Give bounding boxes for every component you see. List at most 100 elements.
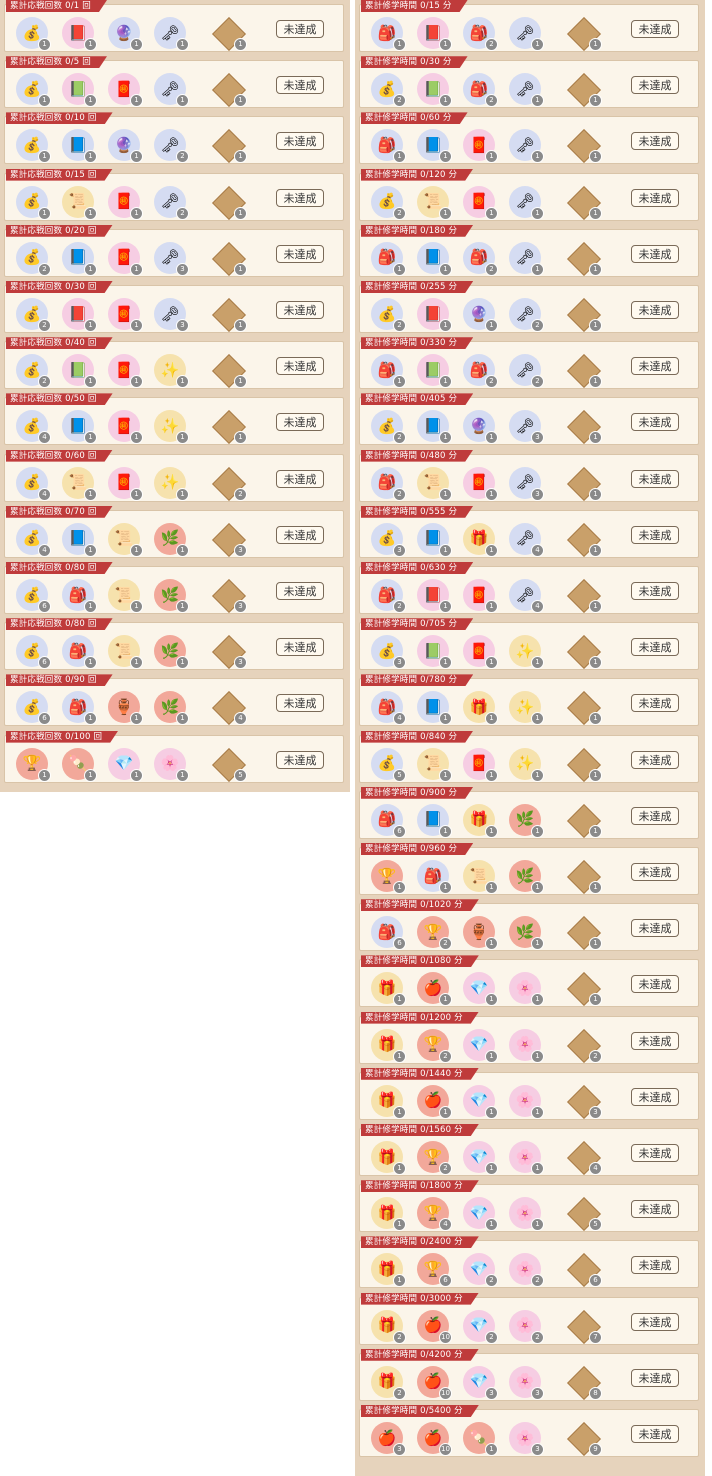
gem-reward-icon[interactable]: 1 <box>567 410 602 445</box>
gem-reward-icon[interactable]: 1 <box>567 73 602 108</box>
scroll-reward-icon[interactable]: 📜 1 <box>62 466 97 501</box>
not-achieved-button[interactable]: 未達成 <box>631 301 679 319</box>
fruit-reward-icon[interactable]: 🍎 1 <box>417 972 452 1007</box>
stick-reward-icon[interactable]: 🗝 4 <box>509 522 544 557</box>
bag-reward-icon[interactable]: 🎒 2 <box>463 354 498 389</box>
bag-reward-icon[interactable]: 🎒 6 <box>371 916 406 951</box>
chest-reward-icon[interactable]: 🎁 2 <box>371 1365 406 1400</box>
wand-reward-icon[interactable]: ✨ 1 <box>154 466 189 501</box>
bluebook-reward-icon[interactable]: 📘 1 <box>417 522 452 557</box>
gem-reward-icon[interactable]: 4 <box>212 691 247 726</box>
ingot-reward-icon[interactable]: 🏆 6 <box>417 1253 452 1288</box>
not-achieved-button[interactable]: 未達成 <box>631 1144 679 1162</box>
ingot-reward-icon[interactable]: 🏆 2 <box>417 1141 452 1175</box>
bag-reward-icon[interactable]: 🎒 1 <box>371 354 406 389</box>
not-achieved-button[interactable]: 未達成 <box>631 357 679 376</box>
herb-reward-icon[interactable]: 🌿 1 <box>154 635 189 670</box>
scroll-reward-icon[interactable]: 📜 1 <box>108 579 143 613</box>
not-achieved-button[interactable]: 未達成 <box>631 1425 679 1443</box>
gem-reward-icon[interactable]: 1 <box>212 354 247 389</box>
chest-reward-icon[interactable]: 🎁 1 <box>371 1253 406 1288</box>
bluebook-reward-icon[interactable]: 📘 1 <box>417 410 452 445</box>
bag-reward-icon[interactable]: 🎒 1 <box>371 17 406 51</box>
charm-reward-icon[interactable]: 🧧 1 <box>463 466 498 501</box>
chest-reward-icon[interactable]: 🎁 1 <box>463 691 498 726</box>
gold-reward-icon[interactable]: 💰 2 <box>371 298 406 332</box>
chest-reward-icon[interactable]: 🎁 1 <box>371 1197 406 1232</box>
gem-reward-icon[interactable]: 1 <box>567 579 602 613</box>
bag-reward-icon[interactable]: 🎒 4 <box>371 691 406 726</box>
crystal-reward-icon[interactable]: 💎 1 <box>463 1197 498 1232</box>
herb-reward-icon[interactable]: 🌿 1 <box>154 579 189 613</box>
gem-reward-icon[interactable]: 1 <box>212 241 247 276</box>
gem-reward-icon[interactable]: 3 <box>212 635 247 670</box>
bluebook-reward-icon[interactable]: 📘 1 <box>417 241 452 276</box>
crystal-reward-icon[interactable]: 💎 1 <box>463 1141 498 1175</box>
gem-reward-icon[interactable]: 1 <box>567 298 602 332</box>
gem-reward-icon[interactable]: 1 <box>212 73 247 108</box>
gem-reward-icon[interactable]: 1 <box>567 803 602 838</box>
gem-reward-icon[interactable]: 1 <box>567 354 602 389</box>
stick-reward-icon[interactable]: 🗝 3 <box>154 241 189 276</box>
stick-reward-icon[interactable]: 🗝 3 <box>154 298 189 332</box>
not-achieved-button[interactable]: 未達成 <box>631 1031 679 1050</box>
greenbook-reward-icon[interactable]: 📗 1 <box>62 73 97 108</box>
petal-reward-icon[interactable]: 🌸 3 <box>509 1422 544 1456</box>
bluebook-reward-icon[interactable]: 📘 1 <box>62 129 97 164</box>
not-achieved-button[interactable]: 未達成 <box>276 244 324 263</box>
crystal-reward-icon[interactable]: 💎 1 <box>463 1028 498 1063</box>
gem-reward-icon[interactable]: 1 <box>567 747 602 782</box>
ingot-reward-icon[interactable]: 🏆 1 <box>16 747 51 782</box>
herb-reward-icon[interactable]: 🌿 1 <box>509 803 544 838</box>
gold-reward-icon[interactable]: 💰 1 <box>16 73 51 108</box>
gem-reward-icon[interactable]: 3 <box>212 579 247 613</box>
bag-reward-icon[interactable]: 🎒 1 <box>62 579 97 613</box>
not-achieved-button[interactable]: 未達成 <box>276 20 324 38</box>
dango-reward-icon[interactable]: 🍡 1 <box>62 747 97 782</box>
charm-reward-icon[interactable]: 🧧 1 <box>108 185 143 220</box>
gold-reward-icon[interactable]: 💰 5 <box>371 747 406 782</box>
bag-reward-icon[interactable]: 🎒 2 <box>371 579 406 613</box>
talisman-reward-icon[interactable]: 🔮 1 <box>108 129 143 164</box>
gold-reward-icon[interactable]: 💰 4 <box>16 522 51 557</box>
not-achieved-button[interactable]: 未達成 <box>276 357 324 376</box>
gem-reward-icon[interactable]: 1 <box>212 129 247 164</box>
wand-reward-icon[interactable]: ✨ 1 <box>509 747 544 782</box>
gem-reward-icon[interactable]: 1 <box>212 298 247 332</box>
wand-reward-icon[interactable]: ✨ 1 <box>509 635 544 670</box>
greenbook-reward-icon[interactable]: 📗 1 <box>417 354 452 389</box>
chest-reward-icon[interactable]: 🎁 1 <box>463 522 498 557</box>
bag-reward-icon[interactable]: 🎒 1 <box>62 691 97 726</box>
talisman-reward-icon[interactable]: 🔮 1 <box>463 410 498 445</box>
gold-reward-icon[interactable]: 💰 2 <box>371 73 406 108</box>
chest-reward-icon[interactable]: 🎁 1 <box>371 972 406 1007</box>
gold-reward-icon[interactable]: 💰 1 <box>16 129 51 164</box>
scroll-reward-icon[interactable]: 📜 1 <box>417 747 452 782</box>
bottle-reward-icon[interactable]: 🏺 1 <box>108 691 143 726</box>
gem-reward-icon[interactable]: 4 <box>567 1141 602 1175</box>
chest-reward-icon[interactable]: 🎁 1 <box>371 1141 406 1175</box>
crystal-reward-icon[interactable]: 💎 2 <box>463 1309 498 1344</box>
not-achieved-button[interactable]: 未達成 <box>631 1312 679 1331</box>
book-reward-icon[interactable]: 📕 1 <box>62 17 97 51</box>
not-achieved-button[interactable]: 未達成 <box>631 413 679 432</box>
charm-reward-icon[interactable]: 🧧 1 <box>108 354 143 389</box>
bag-reward-icon[interactable]: 🎒 2 <box>463 241 498 276</box>
gold-reward-icon[interactable]: 💰 3 <box>371 635 406 670</box>
stick-reward-icon[interactable]: 🗝 2 <box>509 354 544 389</box>
not-achieved-button[interactable]: 未達成 <box>276 132 324 151</box>
petal-reward-icon[interactable]: 🌸 3 <box>509 1365 544 1400</box>
charm-reward-icon[interactable]: 🧧 1 <box>108 73 143 108</box>
gold-reward-icon[interactable]: 💰 2 <box>16 241 51 276</box>
not-achieved-button[interactable]: 未達成 <box>631 188 679 207</box>
petal-reward-icon[interactable]: 🌸 1 <box>509 1141 544 1175</box>
charm-reward-icon[interactable]: 🧧 1 <box>463 185 498 220</box>
bag-reward-icon[interactable]: 🎒 1 <box>62 635 97 670</box>
bag-reward-icon[interactable]: 🎒 2 <box>371 466 406 501</box>
gem-reward-icon[interactable]: 1 <box>567 129 602 164</box>
not-achieved-button[interactable]: 未達成 <box>276 413 324 432</box>
not-achieved-button[interactable]: 未達成 <box>631 1087 679 1106</box>
petal-reward-icon[interactable]: 🌸 1 <box>509 1028 544 1063</box>
not-achieved-button[interactable]: 未達成 <box>631 1256 679 1275</box>
stick-reward-icon[interactable]: 🗝 2 <box>154 185 189 220</box>
